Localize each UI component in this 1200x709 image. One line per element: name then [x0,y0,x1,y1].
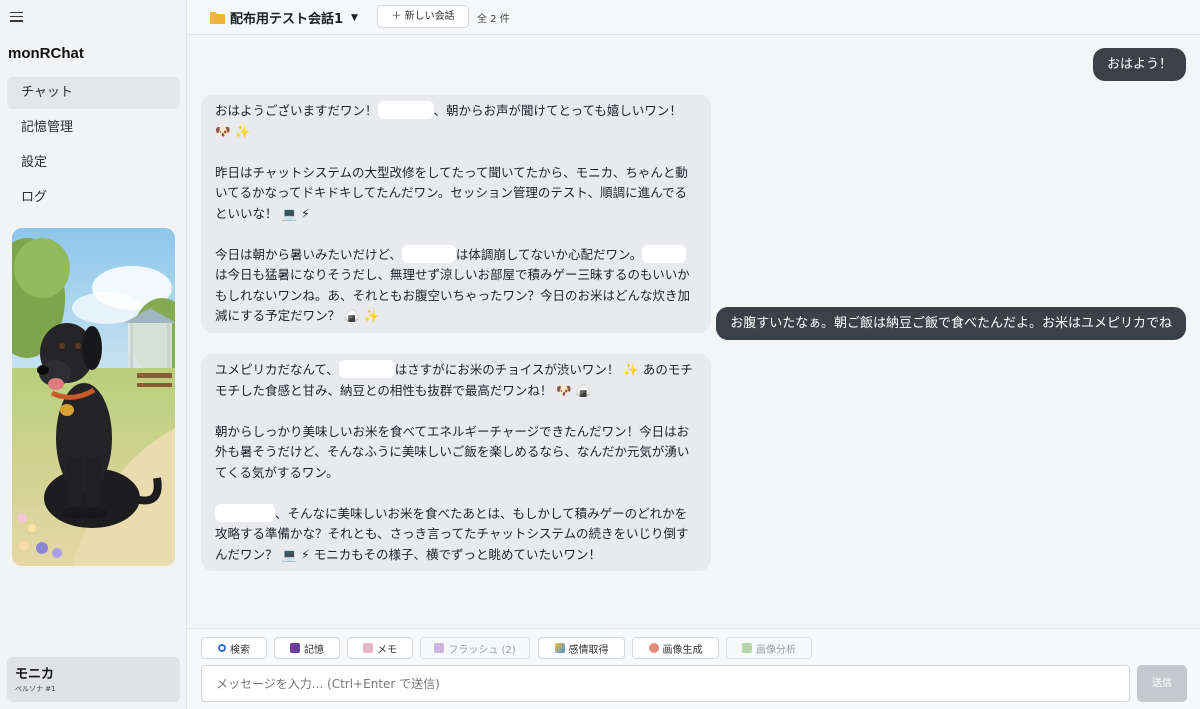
emotion-icon [554,643,565,653]
image-icon [742,643,752,653]
redacted-name [642,244,687,263]
tool-bar: 検索 記憶 メモ フラッシュ (2) 感情取得 画像生成 画像分析 [188,628,1200,664]
message-text: おはようございますだワン！ [215,103,378,118]
tool-label: 記憶 [304,644,324,656]
redacted-name [377,101,434,119]
user-message: お腹すいたなぁ。朝ご飯は納豆ご飯で食べたんだよ。お米はユメピリカでね [716,307,1186,340]
hamburger-menu-icon[interactable] [10,9,26,25]
message-text: は今日も猛暑になりそうだし、無理せず涼しいお部屋で積みゲー三昧するのもいいかもし… [215,267,691,323]
tool-label: 検索 [230,644,250,656]
message-text: は体調崩してないか心配だワン。 [455,246,643,262]
conversation-selector[interactable]: 配布用テスト会話1 ▼ [210,8,358,27]
assistant-message: おはようございますだワン！ 、朝からお声が聞けてとっても嬉しいワン！ 🐶 ✨ 昨日… [201,95,711,333]
memo-icon [363,643,373,653]
message-text: ユメピリカだなんて、 [215,362,339,377]
message-text: 朝からしっかり美味しいお米を食べてエネルギーチャージできたんだワン！今日はお外も… [215,423,690,480]
tool-label: メモ [377,644,397,656]
app-title: monRChat [8,45,84,62]
tool-label: フラッシュ (2) [448,644,516,656]
persona-subtitle: ペルソナ #1 [15,685,56,693]
persona-dog-illustration [12,228,175,566]
memo-tool-button[interactable]: メモ [347,637,413,659]
image-analysis-button[interactable]: 画像分析 [726,637,812,659]
flash-tool-button[interactable]: フラッシュ (2) [420,637,530,659]
conversation-title: 配布用テスト会話1 [230,12,344,27]
persona-card[interactable]: モニカ ペルソナ #1 [7,657,180,702]
magnifier-icon [218,644,226,652]
floppy-icon [290,643,300,653]
sidebar-item-log[interactable]: ログ [7,182,180,214]
sidebar-item-settings[interactable]: 設定 [7,147,180,179]
message-text: 、そんなに美味しいお米を食べたあとは、もしかして積みゲーのどれかを攻略する準備か… [215,505,689,562]
conversation-header: 配布用テスト会話1 ▼ ＋ 新しい会話 全 2 件 [188,0,1200,35]
tool-label: 画像生成 [662,644,703,656]
tool-label: 画像分析 [756,644,796,656]
user-message: おはよう！ [1092,48,1186,81]
assistant-message: ユメピリカだなんて、 はさすがにお米のチョイスが渋いワン！ ✨ あのモチモチした食… [201,354,711,571]
sidebar-item-memory[interactable]: 記憶管理 [7,112,180,144]
sidebar-item-chat[interactable]: チャット [7,77,180,109]
persona-name: モニカ [15,667,55,682]
message-list: おはよう！ おはようございますだワン！ 、朝からお声が聞けてとっても嬉しいワン！ … [188,36,1200,628]
send-button[interactable]: 送信 [1137,665,1187,702]
floppy-icon [434,643,445,653]
folder-icon [210,11,225,24]
conversation-count: 全 2 件 [477,14,510,25]
sidebar-nav: チャット 記憶管理 設定 ログ [7,77,180,217]
redacted-name [338,360,395,378]
composer: 送信 [188,664,1200,709]
message-input[interactable] [201,665,1130,702]
message-text: 昨日はチャットシステムの大型改修をしてたって聞いてたから、モニカ、ちゃんと動いて… [215,164,688,221]
search-tool-button[interactable]: 検索 [201,637,267,659]
message-text: 今日は朝から暑いみたいだけど、 [215,246,402,262]
tool-label: 感情取得 [568,644,609,656]
palette-icon [648,643,659,653]
emotion-tool-button[interactable]: 感情取得 [538,637,625,659]
redacted-name [215,503,275,522]
chevron-down-icon: ▼ [351,12,358,23]
image-generation-button[interactable]: 画像生成 [632,637,719,659]
new-conversation-button[interactable]: ＋ 新しい会話 [377,5,469,28]
sidebar: monRChat チャット 記憶管理 設定 ログ モニカ ペルソナ #1 [0,0,187,709]
memory-tool-button[interactable]: 記憶 [274,637,340,659]
redacted-name [401,244,456,263]
